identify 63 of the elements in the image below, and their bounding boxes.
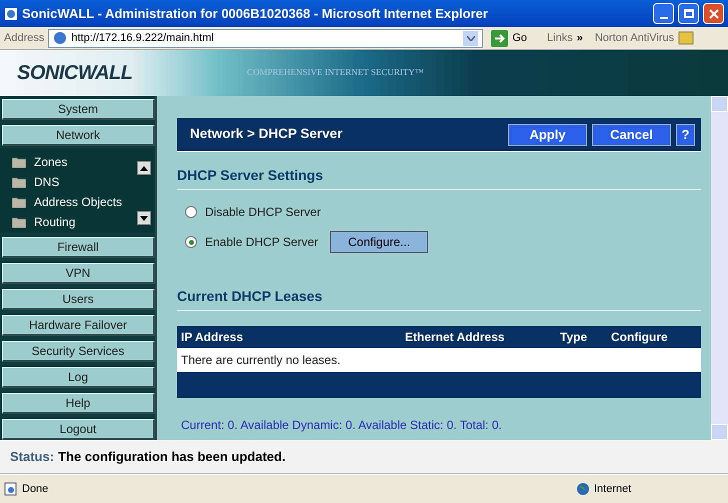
nav-button[interactable]: Log [2,367,155,388]
radio-button[interactable] [185,206,197,218]
radio-label: Disable DHCP Server [205,204,321,221]
nav-button[interactable]: Users [2,289,155,310]
zone-text: Internet [594,482,632,497]
submenu-item[interactable]: DNS [12,172,60,192]
nav-button[interactable]: Security Services [2,341,155,362]
globe-icon [576,482,590,496]
section-title: Current DHCP Leases [177,286,701,311]
scroll-down-button[interactable] [137,211,151,225]
column-header: Ethernet Address [405,329,506,346]
nav-button[interactable]: Help [2,393,155,414]
nav-button[interactable]: VPN [2,263,155,284]
status-text: Done [22,482,50,497]
page-icon [4,482,18,496]
radio-button[interactable] [185,236,197,248]
header-button[interactable]: ? [676,124,695,146]
nav-button[interactable]: Network [2,125,155,146]
address-field[interactable]: http://172.16.9.222/main.html [48,28,484,48]
close-icon [708,8,718,18]
close-button[interactable] [703,3,724,24]
maximize-button[interactable] [678,3,699,24]
nav-button[interactable]: Firewall [2,237,155,258]
table-cell-text: There are currently no leases. [181,352,340,369]
header-button[interactable]: Apply [508,124,587,146]
folder-icon [12,216,26,228]
up-arrow-icon [140,166,148,170]
column-header: IP Address [181,329,244,346]
toolbar-icon[interactable] [678,30,694,46]
radio-label: Enable DHCP Server [205,234,318,251]
status-label: Status: [10,448,54,466]
submenu-item[interactable]: Address Objects [12,192,122,212]
browser-icon [4,6,18,20]
status-message: The configuration has been updated. [58,448,286,466]
links-label[interactable]: Links [547,30,573,46]
submenu-item[interactable]: Zones [12,152,68,172]
minimize-button[interactable] [653,3,674,24]
toolbar-label[interactable]: Norton AntiVirus [594,30,674,46]
lease-summary: Current: 0. Available Dynamic: 0. Available Static: 0. Total: 0. [180,417,503,434]
scrollbar[interactable] [711,96,728,440]
scroll-up-button[interactable] [137,161,151,175]
nav-button[interactable]: Hardware Failover [2,315,155,336]
page-icon [53,31,68,45]
column-header: Type [560,329,588,346]
logo: SONICWALL [17,61,134,86]
folder-icon [12,196,26,208]
section-title: DHCP Server Settings [177,165,701,190]
address-label: Address [4,30,44,46]
chevron[interactable]: » [576,30,583,46]
folder-icon [12,176,26,188]
header-button[interactable]: Cancel [592,124,671,146]
down-arrow-icon [140,216,148,220]
configure-button[interactable]: Configure... [330,231,428,253]
go-button[interactable]: Go [487,30,532,46]
tagline: COMPREHENSIVE INTERNET SECURITY™ [247,66,424,80]
window-title: SonicWALL - Administration for 0006B1020368 - Microsoft Internet Explorer [22,4,489,23]
column-header: Configure [611,329,668,346]
nav-button[interactable]: Logout [2,419,155,440]
folder-icon [12,156,26,168]
dropdown-icon [466,36,475,40]
nav-button[interactable]: System [2,99,155,120]
submenu-item[interactable]: Routing [12,212,76,232]
page-title: Network > DHCP Server [190,125,344,144]
